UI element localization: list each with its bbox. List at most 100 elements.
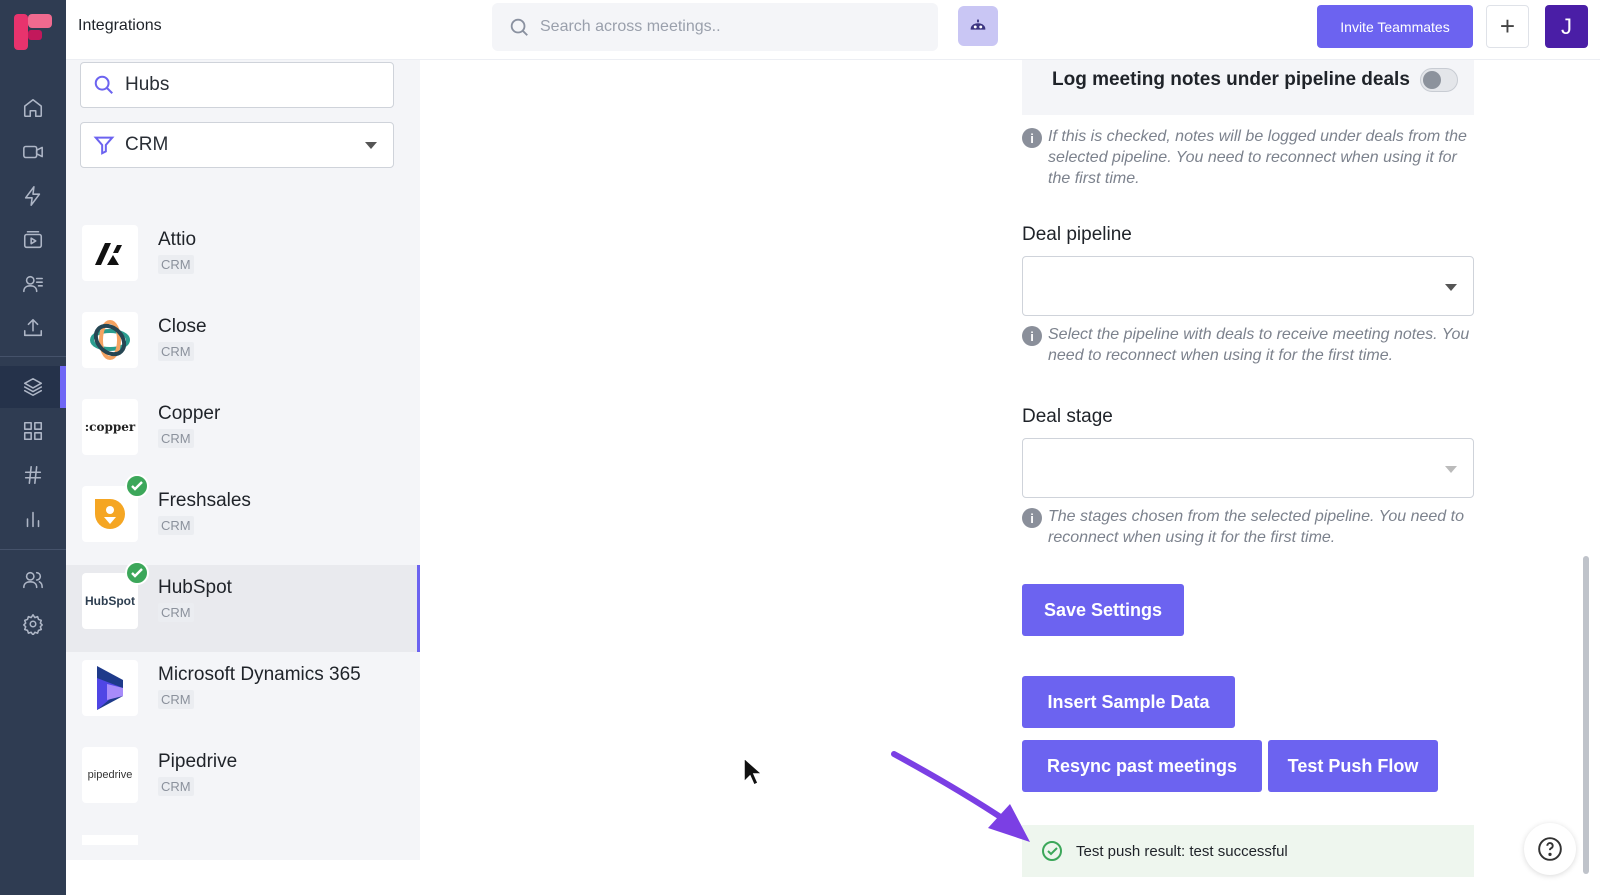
info-icon: i — [1022, 508, 1042, 528]
integration-name: Microsoft Dynamics 365 — [158, 664, 361, 685]
content-scrollbar[interactable] — [1583, 556, 1589, 874]
invite-teammates-button[interactable]: Invite Teammates — [1317, 5, 1473, 48]
nav-home[interactable] — [0, 87, 66, 129]
integration-item-hubspot[interactable]: HubSpot HubSpot CRM — [66, 561, 420, 652]
nav-integrations[interactable] — [0, 366, 66, 408]
bolt-icon — [24, 186, 41, 206]
list-item-partial — [82, 835, 138, 845]
nav-contacts[interactable] — [0, 263, 66, 305]
search-icon — [94, 75, 113, 94]
hubspot-logo-text: HubSpot — [85, 594, 135, 608]
annotation-arrow — [891, 751, 1030, 842]
insert-sample-data-button[interactable]: Insert Sample Data — [1022, 676, 1235, 728]
deal-pipeline-hint: i Select the pipeline with deals to rece… — [1022, 324, 1474, 366]
chart-icon — [26, 511, 40, 528]
top-bar: Integrations Invite Teammates + J — [66, 0, 1600, 60]
integration-category-tag: CRM — [158, 690, 194, 709]
integration-name: Copper — [158, 403, 221, 424]
integration-item-microsoft-dynamics[interactable]: Microsoft Dynamics 365 CRM — [66, 652, 420, 739]
category-filter-value: CRM — [125, 134, 169, 155]
nav-analytics[interactable] — [0, 498, 66, 540]
mouse-cursor — [743, 756, 764, 787]
upload-icon — [23, 318, 43, 337]
log-notes-hint: i If this is checked, notes will be logg… — [1022, 126, 1474, 189]
nav-team[interactable] — [0, 559, 66, 601]
page-title: Integrations — [78, 17, 162, 34]
slides-icon — [23, 230, 43, 249]
integration-name: Freshsales — [158, 490, 251, 511]
team-icon — [23, 571, 43, 589]
nav-apps[interactable] — [0, 410, 66, 452]
log-notes-row: Log meeting notes under pipeline deals — [1022, 60, 1474, 115]
integration-item-attio[interactable]: Attio CRM — [66, 217, 420, 304]
resync-past-meetings-button[interactable]: Resync past meetings — [1022, 740, 1262, 792]
integration-name: Attio — [158, 229, 197, 250]
integration-name: HubSpot — [158, 577, 232, 598]
integration-category-tag: CRM — [158, 429, 194, 448]
pipedrive-logo-text: pipedrive — [87, 769, 133, 781]
integration-item-close[interactable]: Close CRM — [66, 304, 420, 391]
deal-stage-select[interactable] — [1022, 438, 1474, 498]
integration-name: Close — [158, 316, 207, 337]
hint-text: Select the pipeline with deals to receiv… — [1048, 326, 1470, 364]
test-push-result-text: Test push result: test successful — [1076, 842, 1288, 860]
integration-name: Pipedrive — [158, 751, 238, 772]
integration-category-tag: CRM — [158, 255, 194, 274]
copper-logo: :copper — [82, 399, 138, 455]
pipedrive-logo: pipedrive — [82, 747, 138, 803]
copper-logo-text: :copper — [84, 420, 136, 434]
add-button[interactable]: + — [1486, 5, 1529, 48]
assistant-bot-button[interactable] — [958, 6, 998, 46]
help-icon — [1538, 837, 1562, 861]
integration-item-copper[interactable]: :copper Copper CRM — [66, 391, 420, 478]
nav-uploads[interactable] — [0, 307, 66, 349]
attio-logo — [82, 225, 138, 281]
log-notes-toggle[interactable] — [1420, 68, 1458, 92]
save-settings-button[interactable]: Save Settings — [1022, 584, 1184, 636]
global-search[interactable] — [492, 3, 938, 51]
microsoft-dynamics-logo — [82, 660, 138, 716]
integration-category-tag: CRM — [158, 603, 194, 622]
test-push-flow-button[interactable]: Test Push Flow — [1268, 740, 1438, 792]
integration-category-tag: CRM — [158, 516, 194, 535]
app-sidebar — [0, 0, 66, 895]
deal-stage-hint: i The stages chosen from the selected pi… — [1022, 506, 1474, 548]
connected-check-icon — [125, 474, 149, 498]
user-avatar[interactable]: J — [1545, 5, 1588, 48]
gear-icon — [23, 614, 43, 635]
nav-automations[interactable] — [0, 175, 66, 217]
grid-icon — [23, 421, 43, 441]
deal-stage-label: Deal stage — [1022, 406, 1113, 427]
app-logo[interactable] — [14, 14, 52, 50]
integration-item-freshsales[interactable]: Freshsales CRM — [66, 474, 420, 565]
nav-playlists[interactable] — [0, 219, 66, 261]
contacts-icon — [23, 275, 43, 293]
nav-meetings[interactable] — [0, 131, 66, 173]
nav-topics[interactable] — [0, 454, 66, 496]
integration-item-pipedrive[interactable]: pipedrive Pipedrive CRM — [66, 739, 420, 826]
integration-category-tag: CRM — [158, 777, 194, 796]
hint-text: The stages chosen from the selected pipe… — [1048, 508, 1464, 546]
nav-settings[interactable] — [0, 603, 66, 645]
hint-text: If this is checked, notes will be logged… — [1048, 128, 1467, 187]
deal-pipeline-label: Deal pipeline — [1022, 224, 1132, 245]
search-icon — [510, 18, 528, 36]
chevron-down-icon — [1445, 284, 1457, 291]
category-filter-select[interactable]: CRM — [80, 122, 394, 168]
deal-pipeline-select[interactable] — [1022, 256, 1474, 316]
help-button[interactable] — [1524, 823, 1576, 875]
success-check-icon — [1042, 841, 1062, 861]
video-icon — [23, 145, 43, 159]
info-icon: i — [1022, 326, 1042, 346]
chevron-down-icon — [1445, 466, 1457, 473]
filter-icon — [93, 136, 115, 155]
toggle-knob — [1423, 71, 1441, 89]
integration-category-tag: CRM — [158, 342, 194, 361]
integrations-list-panel: Hubs CRM Attio CRM Close CRM :copper Cop… — [66, 60, 420, 860]
integration-search-input[interactable]: Hubs — [80, 62, 394, 108]
global-search-input[interactable] — [540, 18, 920, 36]
test-push-result-banner: Test push result: test successful — [1022, 825, 1474, 877]
connected-check-icon — [125, 561, 149, 585]
layers-icon — [23, 377, 43, 397]
integration-search-value: Hubs — [125, 74, 170, 95]
